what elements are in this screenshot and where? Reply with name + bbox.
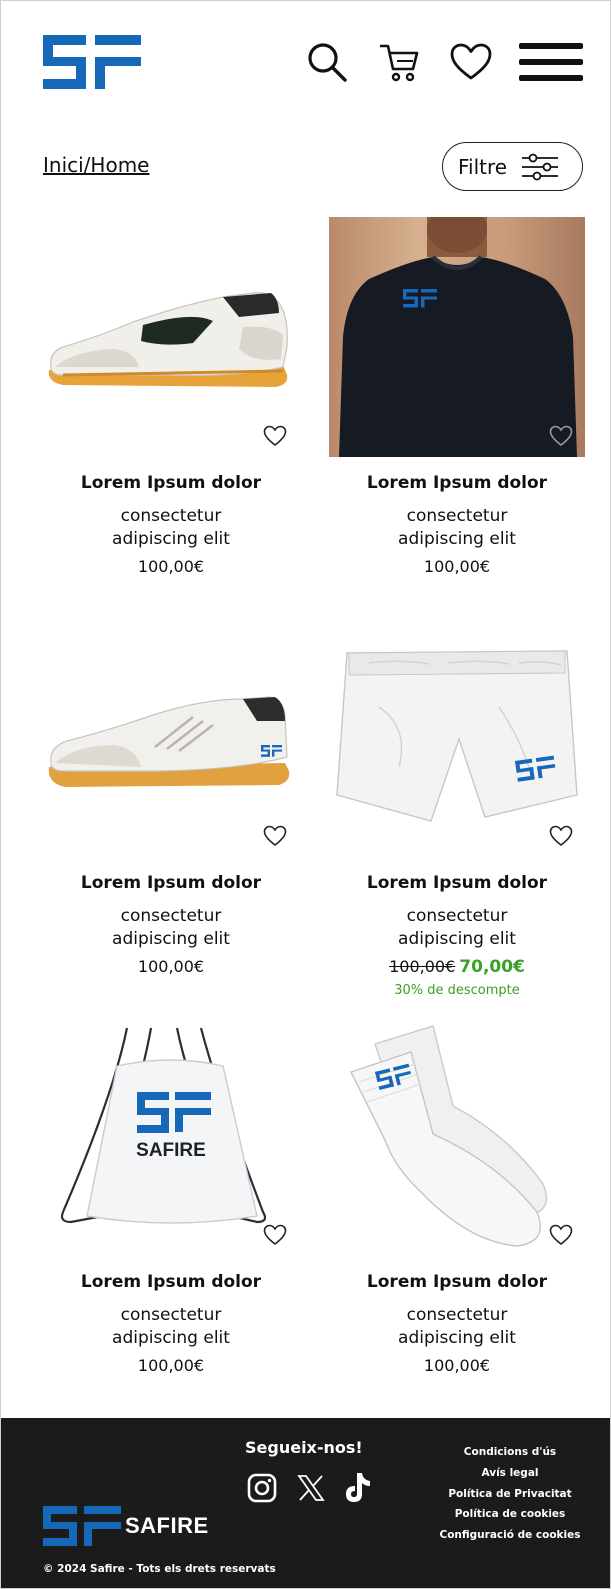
- product-desc-line1: consectetur: [406, 906, 508, 926]
- product-price: 100,00€: [137, 557, 205, 576]
- product-desc-line2: adipiscing elit: [398, 529, 516, 549]
- product-card[interactable]: Lorem Ipsum dolor consectetur adipiscing…: [329, 217, 585, 597]
- favorite-heart-icon[interactable]: [549, 425, 573, 447]
- favorite-heart-icon[interactable]: [549, 825, 573, 847]
- product-price: 100,00€: [137, 1356, 205, 1375]
- sale-price: 70,00€: [459, 957, 525, 977]
- product-card[interactable]: SAFIRE Lorem Ipsum dolor consectetur adi…: [43, 1016, 299, 1396]
- product-desc-line1: consectetur: [406, 506, 508, 526]
- footer-link-cookies[interactable]: Política de cookies: [426, 1504, 594, 1525]
- menu-icon[interactable]: [519, 39, 583, 85]
- product-card[interactable]: Lorem Ipsum dolor consectetur adipiscing…: [43, 217, 299, 597]
- footer-link-cookie-settings[interactable]: Configuració de cookies: [426, 1525, 594, 1546]
- product-card[interactable]: Lorem Ipsum dolor consectetur adipiscing…: [329, 1016, 585, 1396]
- footer-link-privacy[interactable]: Política de Privacitat: [426, 1484, 594, 1505]
- follow-us-heading: Segueix-nos!: [245, 1438, 363, 1457]
- product-desc-line1: consectetur: [120, 1305, 222, 1325]
- product-card[interactable]: Lorem Ipsum dolor consectetur adipiscing…: [329, 617, 585, 998]
- product-image-tshirt[interactable]: [329, 217, 585, 457]
- product-name[interactable]: Lorem Ipsum dolor: [43, 873, 299, 893]
- search-icon[interactable]: [303, 39, 351, 85]
- footer-brand: SAFIRE: [125, 1513, 209, 1538]
- product-image-shorts[interactable]: [329, 617, 585, 857]
- product-card[interactable]: Lorem Ipsum dolor consectetur adipiscing…: [43, 617, 299, 997]
- favorite-heart-icon[interactable]: [263, 425, 287, 447]
- footer-copyright: © 2024 Safire - Tots els drets reservats: [43, 1563, 276, 1575]
- footer-safire-logo[interactable]: [43, 1506, 121, 1546]
- product-price: 100,00€ 70,00€: [329, 957, 585, 977]
- filter-icon: [522, 153, 559, 180]
- filter-label: Filtre: [458, 154, 508, 179]
- product-image-sneaker[interactable]: [43, 617, 299, 857]
- product-name[interactable]: Lorem Ipsum dolor: [329, 473, 585, 493]
- product-name[interactable]: Lorem Ipsum dolor: [43, 473, 299, 493]
- x-icon[interactable]: [293, 1470, 329, 1506]
- footer-link-legal[interactable]: Avís legal: [426, 1463, 594, 1484]
- product-desc-line2: adipiscing elit: [398, 929, 516, 949]
- instagram-icon[interactable]: [244, 1470, 280, 1506]
- footer-link-terms[interactable]: Condicions d'ús: [426, 1442, 594, 1463]
- tiktok-icon[interactable]: [339, 1470, 375, 1506]
- favorite-heart-icon[interactable]: [263, 1224, 287, 1246]
- favorite-heart-icon[interactable]: [263, 825, 287, 847]
- heart-icon[interactable]: [447, 39, 495, 85]
- product-price: 100,00€: [423, 1356, 491, 1375]
- product-price: 100,00€: [137, 957, 205, 976]
- footer-links: Condicions d'ús Avís legal Política de P…: [426, 1442, 594, 1546]
- product-price: 100,00€: [423, 557, 491, 576]
- page: Inici/Home Filtre Lorem Ipsum dolor cons…: [0, 0, 611, 1589]
- bag-print-text: SAFIRE: [136, 1140, 206, 1161]
- product-image-socks[interactable]: [329, 1016, 585, 1256]
- product-desc-line1: consectetur: [120, 906, 222, 926]
- safire-logo[interactable]: [43, 35, 141, 89]
- filter-button[interactable]: Filtre: [442, 142, 583, 191]
- product-desc-line2: adipiscing elit: [112, 929, 230, 949]
- product-image-bag[interactable]: SAFIRE: [43, 1016, 299, 1256]
- product-name[interactable]: Lorem Ipsum dolor: [43, 1272, 299, 1292]
- cart-icon[interactable]: [375, 39, 423, 85]
- breadcrumb[interactable]: Inici/Home: [43, 153, 149, 177]
- product-desc-line2: adipiscing elit: [112, 1328, 230, 1348]
- product-name[interactable]: Lorem Ipsum dolor: [329, 1272, 585, 1292]
- product-name[interactable]: Lorem Ipsum dolor: [329, 873, 585, 893]
- product-desc-line1: consectetur: [120, 506, 222, 526]
- product-desc-line2: adipiscing elit: [398, 1328, 516, 1348]
- favorite-heart-icon[interactable]: [549, 1224, 573, 1246]
- discount-label: 30% de descompte: [394, 983, 520, 998]
- product-desc-line1: consectetur: [406, 1305, 508, 1325]
- product-image-sneaker[interactable]: [43, 217, 299, 457]
- old-price: 100,00€: [389, 957, 456, 976]
- product-desc-line2: adipiscing elit: [112, 529, 230, 549]
- footer: SAFIRE © 2024 Safire - Tots els drets re…: [1, 1418, 610, 1588]
